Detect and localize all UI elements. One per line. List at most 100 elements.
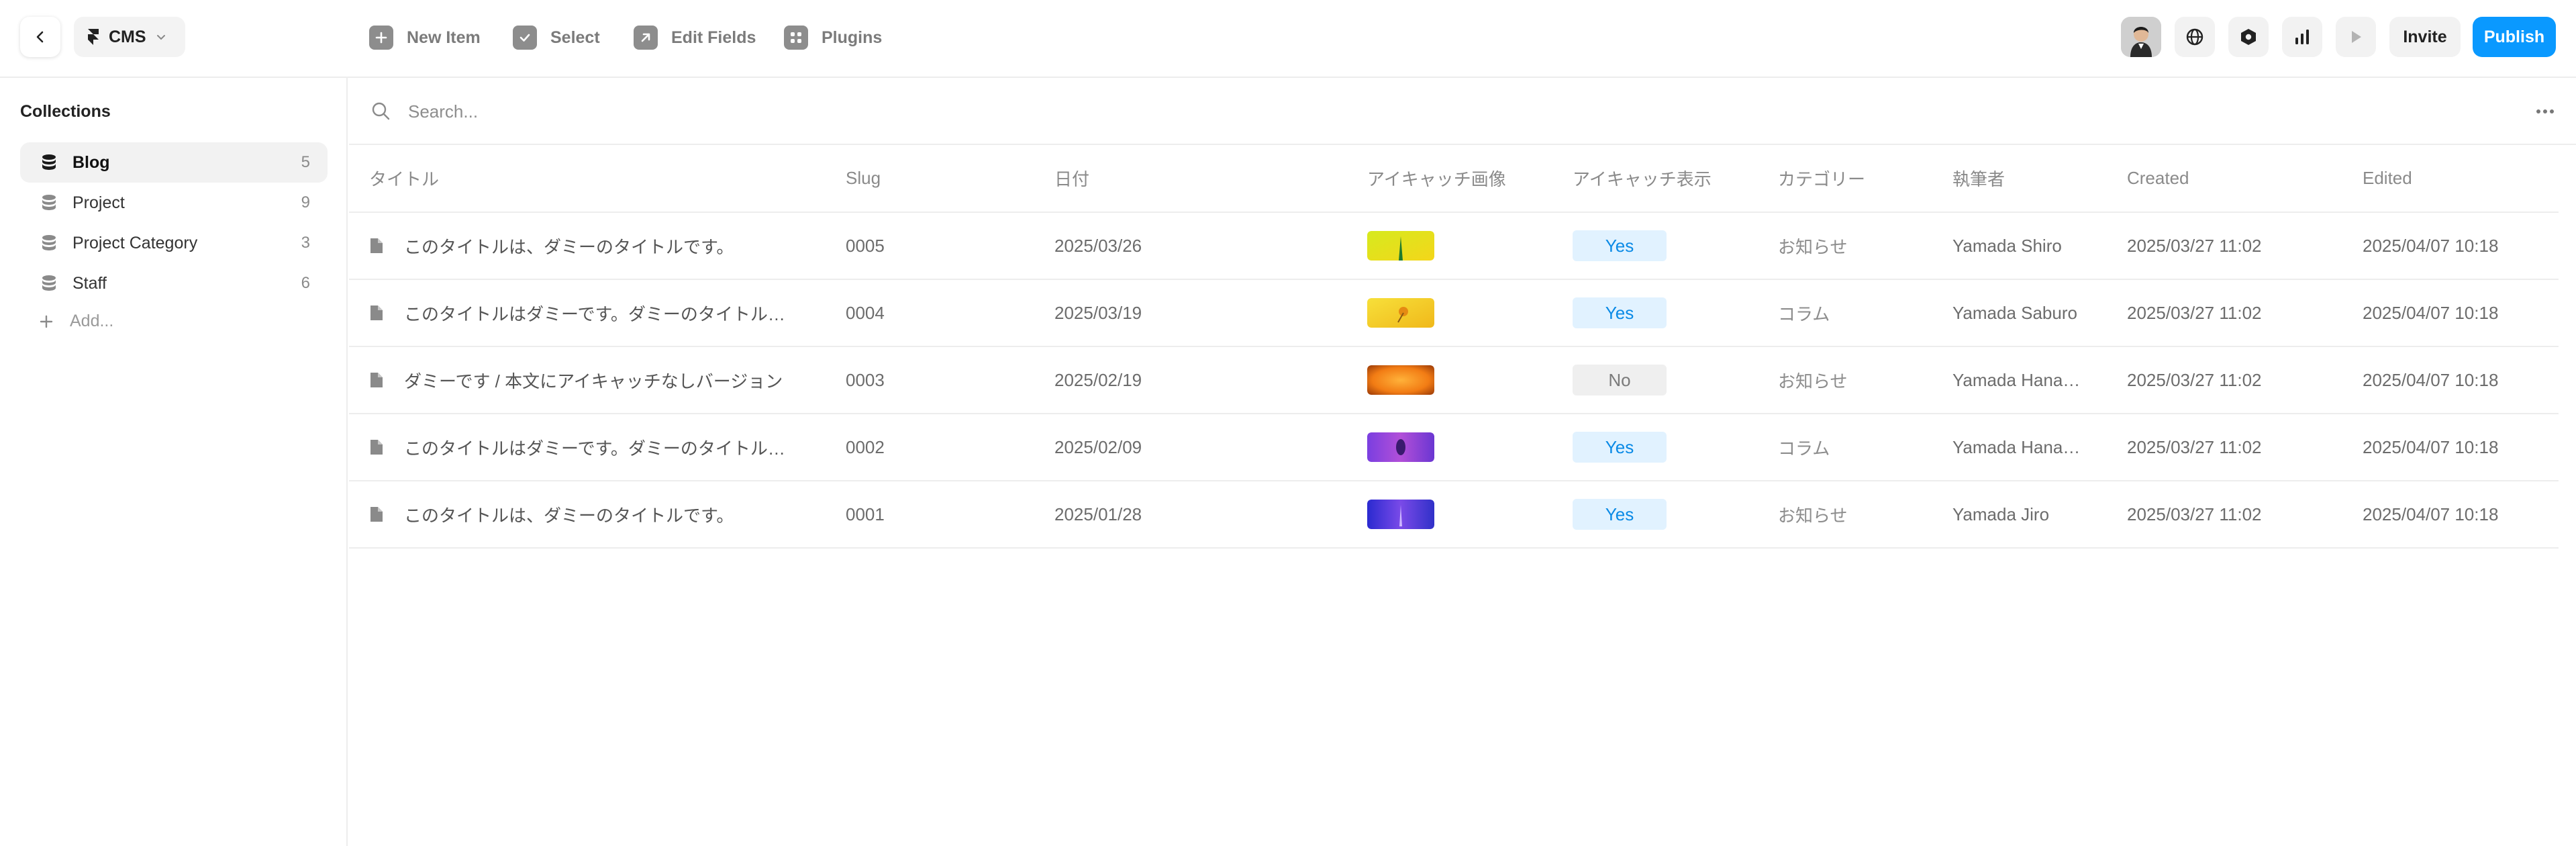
thumbnail-image[interactable] [1367,365,1434,395]
row-slug: 0003 [846,346,1054,414]
row-date: 2025/03/19 [1054,279,1367,347]
settings-button[interactable] [2228,17,2269,57]
preview-button[interactable] [2336,17,2376,57]
table-row[interactable]: このタイトルはダミーです。ダミーのタイトル… 0004 2025/03/19 Y… [349,279,2559,347]
select-button[interactable]: Select [513,19,600,56]
thumbnail-image[interactable] [1367,500,1434,529]
sidebar-item-count: 6 [301,274,310,292]
thumbnail-image[interactable] [1367,231,1434,261]
globe-button[interactable] [2175,17,2215,57]
column-header-slug[interactable]: Slug [846,145,1054,213]
edit-fields-label: Edit Fields [671,28,756,47]
project-switcher[interactable]: CMS [74,17,185,57]
column-header-created[interactable]: Created [2127,145,2363,213]
arrow-up-right-icon [634,26,658,50]
row-date: 2025/03/26 [1054,212,1367,280]
database-icon [42,275,56,291]
new-item-button[interactable]: New Item [369,19,481,56]
add-collection-button[interactable]: Add... [39,312,113,331]
row-created: 2025/03/27 11:02 [2127,346,2363,414]
row-category: お知らせ [1778,346,1952,414]
publish-button[interactable]: Publish [2473,17,2556,57]
row-category: お知らせ [1778,481,1952,549]
plus-icon [369,26,393,50]
show-badge[interactable]: Yes [1573,432,1667,463]
document-icon [370,238,383,253]
search-icon [372,102,390,120]
sidebar-item-project-category[interactable]: Project Category 3 [20,223,328,263]
row-slug: 0002 [846,414,1054,481]
user-photo-icon [2121,17,2161,57]
row-slug: 0004 [846,279,1054,347]
row-edited: 2025/04/07 10:18 [2363,346,2559,414]
play-icon [2352,31,2361,43]
database-icon [42,154,56,170]
analytics-button[interactable] [2282,17,2322,57]
row-title: ダミーです / 本文にアイキャッチなしバージョン [404,371,783,391]
grid-icon [784,26,808,50]
row-created: 2025/03/27 11:02 [2127,279,2363,347]
show-badge[interactable]: Yes [1573,230,1667,261]
row-title: このタイトルは、ダミーのタイトルです。 [404,236,734,257]
column-header-category[interactable]: カテゴリー [1778,145,1952,213]
avatar[interactable] [2121,17,2161,57]
collection-table-area: タイトル Slug 日付 アイキャッチ画像 アイキャッチ表示 カテゴリー 執筆者… [349,78,2576,846]
column-header-show[interactable]: アイキャッチ表示 [1573,145,1778,213]
column-header-author[interactable]: 執筆者 [1952,145,2127,213]
sidebar-item-label: Project Category [72,233,198,252]
row-edited: 2025/04/07 10:18 [2363,279,2559,347]
sidebar-item-staff[interactable]: Staff 6 [20,263,328,303]
column-header-date[interactable]: 日付 [1054,145,1367,213]
plugins-button[interactable]: Plugins [784,19,882,56]
column-header-title[interactable]: タイトル [349,145,846,213]
database-icon [42,195,56,210]
sidebar-item-project[interactable]: Project 9 [20,183,328,223]
sidebar-item-blog[interactable]: Blog 5 [20,142,328,183]
project-label: CMS [109,27,146,46]
row-category: コラム [1778,279,1952,347]
search-input[interactable] [407,95,1212,128]
document-icon [370,306,383,320]
bar-chart-icon [2295,30,2309,44]
sidebar-item-label: Project [72,193,125,212]
back-button[interactable] [20,17,60,57]
sidebar-item-label: Blog [72,152,110,172]
row-title: このタイトルはダミーです。ダミーのタイトル… [404,438,785,459]
chevron-down-icon [156,35,165,40]
row-category: お知らせ [1778,212,1952,280]
plugins-label: Plugins [822,28,883,47]
plus-icon [40,315,53,328]
collections-sidebar: Collections Blog 5 Project 9 Project Cat… [0,78,348,846]
sidebar-title: Collections [20,102,111,121]
row-date: 2025/01/28 [1054,481,1367,549]
row-title: このタイトルはダミーです。ダミーのタイトル… [404,303,785,324]
column-header-edited[interactable]: Edited [2363,145,2559,213]
row-slug: 0005 [846,212,1054,280]
show-badge[interactable]: Yes [1573,499,1667,530]
new-item-label: New Item [407,28,481,47]
row-slug: 0001 [846,481,1054,549]
more-options-button[interactable] [2532,102,2559,121]
sidebar-item-label: Staff [72,273,107,293]
table-row[interactable]: このタイトルは、ダミーのタイトルです。 0005 2025/03/26 Yes … [349,212,2559,280]
thumbnail-image[interactable] [1367,298,1434,328]
database-icon [42,235,56,250]
edit-fields-button[interactable]: Edit Fields [634,19,756,56]
row-author: Yamada Shiro [1952,212,2127,280]
row-created: 2025/03/27 11:02 [2127,212,2363,280]
table-row[interactable]: ダミーです / 本文にアイキャッチなしバージョン 0003 2025/02/19… [349,346,2559,414]
table-row[interactable]: このタイトルはダミーです。ダミーのタイトル… 0002 2025/02/09 Y… [349,414,2559,481]
sidebar-item-count: 3 [301,234,310,252]
table-row[interactable]: このタイトルは、ダミーのタイトルです。 0001 2025/01/28 Yes … [349,481,2559,549]
show-badge[interactable]: No [1573,365,1667,395]
show-badge[interactable]: Yes [1573,297,1667,328]
thumbnail-image[interactable] [1367,432,1434,462]
row-author: Yamada Hana… [1952,346,2127,414]
top-toolbar: CMS New Item Select Edit Fields Plugins [0,0,2576,78]
row-category: コラム [1778,414,1952,481]
document-icon [370,507,383,522]
row-created: 2025/03/27 11:02 [2127,481,2363,549]
invite-button[interactable]: Invite [2389,17,2461,57]
column-header-image[interactable]: アイキャッチ画像 [1367,145,1573,213]
globe-icon [2186,28,2203,46]
